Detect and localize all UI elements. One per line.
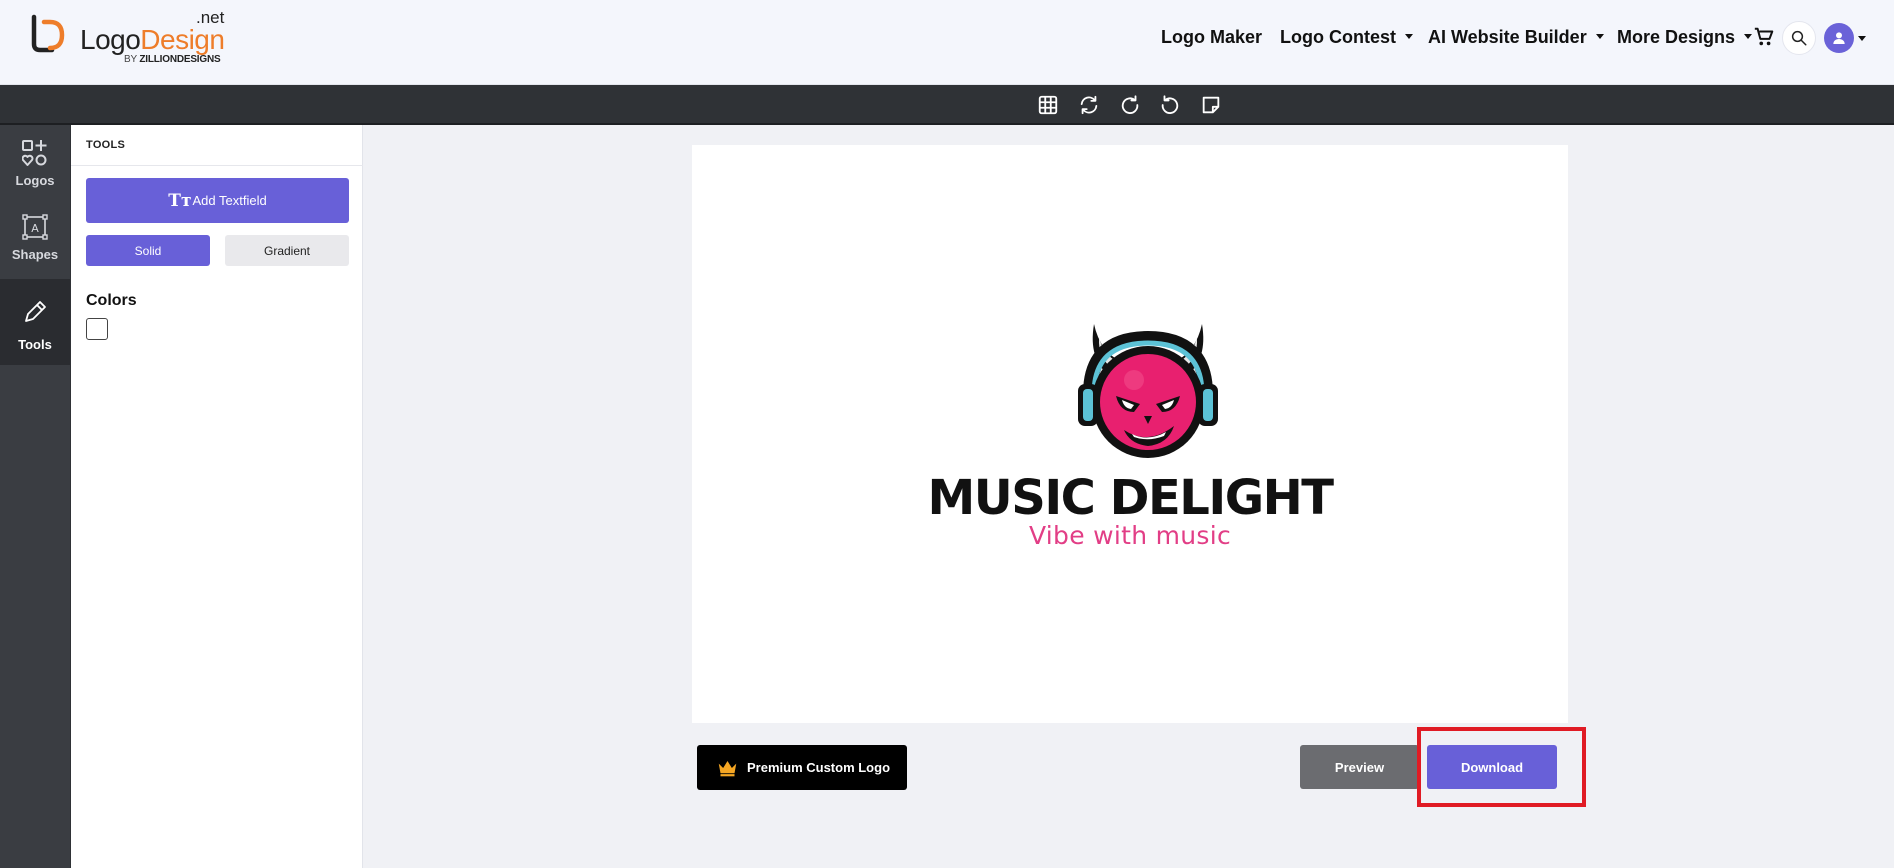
cart-icon[interactable]	[1753, 26, 1775, 48]
add-textfield-label: Add Textfield	[192, 193, 267, 208]
divider	[71, 165, 363, 166]
nav-ai-website-builder[interactable]: AI Website Builder	[1428, 27, 1604, 48]
site-logo[interactable]: LogoDesign .net BY ZILLIONDESIGNS	[28, 8, 238, 72]
tools-panel: TOOLS Tт Add Textfield Solid Gradient Col…	[70, 125, 363, 868]
rail-label: Logos	[15, 173, 55, 188]
left-rail: Logos A Shapes Tools	[0, 125, 70, 868]
premium-label: Premium Custom Logo	[747, 760, 891, 775]
crown-icon	[718, 760, 737, 776]
chevron-down-icon	[1744, 33, 1753, 39]
rail-item-tools[interactable]: Tools	[0, 279, 70, 365]
preview-button[interactable]: Preview	[1300, 745, 1419, 789]
premium-custom-logo-button[interactable]: Premium Custom Logo	[697, 745, 907, 790]
rotate-left-icon[interactable]	[1159, 94, 1181, 116]
logo-wordmark: LogoDesign	[80, 24, 225, 55]
colors-heading: Colors	[86, 292, 137, 309]
logo-canvas[interactable]: MUSIC DELIGHT Vibe with music	[692, 145, 1568, 723]
logo-byline: BY ZILLIONDESIGNS	[124, 54, 221, 65]
pencil-icon	[25, 301, 46, 322]
logo-tld: .net	[196, 8, 225, 27]
panel-title: TOOLS	[86, 139, 126, 151]
user-avatar[interactable]	[1824, 23, 1854, 53]
nav-logo-maker[interactable]: Logo Maker	[1161, 27, 1262, 48]
logo-mark-icon	[31, 14, 65, 53]
rail-item-logos[interactable]: Logos	[0, 125, 70, 199]
refresh-icon[interactable]	[1078, 94, 1100, 116]
editor-toolbar	[0, 85, 1894, 125]
nav-logo-contest[interactable]: Logo Contest	[1280, 27, 1413, 48]
search-icon	[1791, 30, 1807, 46]
color-swatch[interactable]	[86, 318, 108, 340]
rotate-right-icon[interactable]	[1119, 94, 1141, 116]
text-icon: Tт	[168, 190, 192, 211]
shapes-icon: A	[22, 214, 48, 240]
top-header: LogoDesign .net BY ZILLIONDESIGNS Logo M…	[0, 0, 1894, 85]
add-textfield-button[interactable]: Tт Add Textfield	[86, 178, 349, 223]
gradient-toggle[interactable]: Gradient	[225, 235, 349, 266]
logo-slogan[interactable]: Vibe with music	[692, 521, 1568, 550]
user-icon	[1833, 32, 1845, 44]
user-menu-chevron-icon[interactable]	[1858, 36, 1866, 41]
sticky-note-icon[interactable]	[1200, 94, 1222, 116]
grid-icon[interactable]	[1037, 94, 1059, 116]
chevron-down-icon	[1595, 33, 1604, 39]
svg-text:A: A	[31, 222, 39, 235]
chevron-down-icon	[1404, 33, 1413, 39]
download-highlight-box	[1417, 727, 1586, 807]
nav-more-designs[interactable]: More Designs	[1617, 27, 1753, 48]
logo-brand-name[interactable]: MUSIC DELIGHT	[692, 470, 1568, 526]
solid-toggle[interactable]: Solid	[86, 235, 210, 266]
rail-item-shapes[interactable]: A Shapes	[0, 199, 70, 273]
search-button[interactable]	[1782, 21, 1816, 55]
rail-label: Tools	[18, 337, 52, 352]
rail-label: Shapes	[11, 247, 59, 262]
devil-mascot-image	[1078, 324, 1218, 458]
logos-icon	[22, 140, 47, 166]
